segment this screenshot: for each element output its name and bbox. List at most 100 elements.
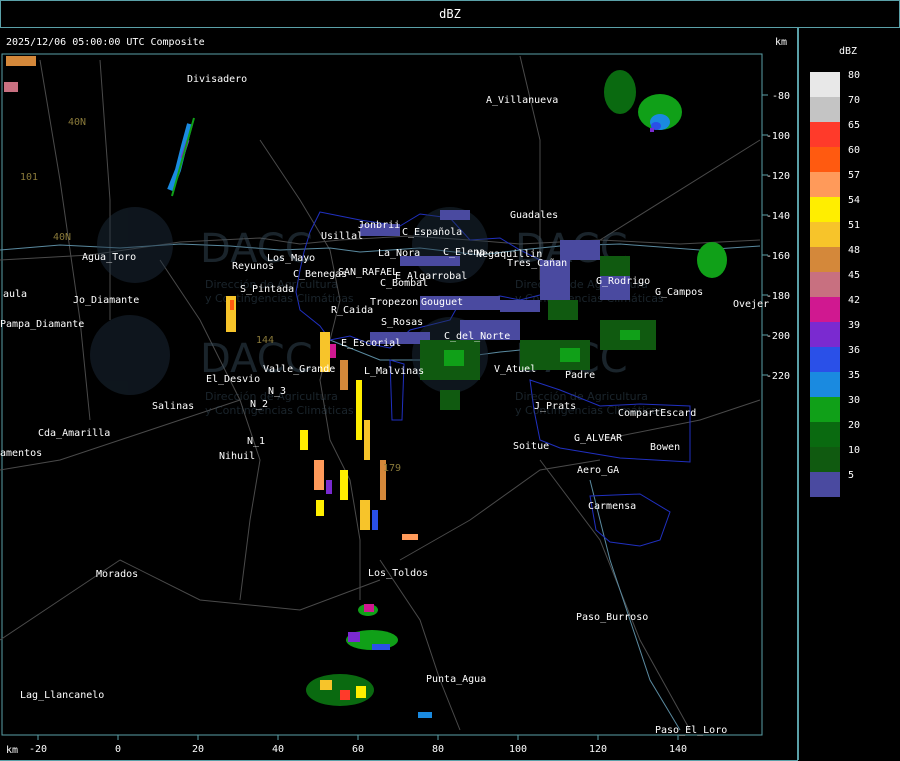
legend-label: 5 — [848, 470, 854, 481]
place-label: 144 — [256, 335, 274, 346]
place-label: Nihuil — [219, 451, 255, 462]
place-label: L_Malvinas — [364, 366, 424, 377]
place-label: CompartEscard — [618, 408, 696, 419]
x-tick-label: 80 — [432, 744, 444, 755]
place-label: C_Bombal — [380, 278, 428, 289]
timestamp-label: 2025/12/06 05:00:00 UTC Composite — [6, 37, 205, 48]
legend-swatch — [810, 422, 840, 447]
place-label: G_Rodrigo — [596, 276, 650, 287]
place-label: Agua_Toro — [82, 252, 136, 263]
legend-label: 36 — [848, 345, 860, 356]
y-tick-label: -200 — [766, 331, 790, 342]
legend-swatch — [810, 372, 840, 397]
place-label: S_Rosas — [381, 317, 423, 328]
y-axis: -80 -100 -120 -140 -160 -180 -200 -220 — [762, 91, 790, 382]
place-label: Jonbrii — [358, 220, 400, 231]
place-label: A_Villanueva — [486, 95, 558, 106]
place-label: Divisadero — [187, 74, 247, 85]
y-tick-label: -180 — [766, 291, 790, 302]
legend-label: 30 — [848, 395, 860, 406]
legend-swatch — [810, 97, 840, 122]
legend-label: 10 — [848, 445, 860, 456]
place-label: 40N — [53, 232, 71, 243]
place-label: Usillal — [321, 231, 363, 242]
legend-label: 70 — [848, 95, 860, 106]
x-axis: -20 0 20 40 60 80 100 120 140 — [29, 735, 687, 755]
legend-swatch — [810, 247, 840, 272]
x-tick-label: -20 — [29, 744, 47, 755]
y-tick-label: -100 — [766, 131, 790, 142]
x-tick-label: 60 — [352, 744, 364, 755]
place-label: Tropezon — [370, 297, 418, 308]
x-tick-label: 0 — [115, 744, 121, 755]
legend-label: 60 — [848, 145, 860, 156]
legend-label: 20 — [848, 420, 860, 431]
x-tick-label: 40 — [272, 744, 284, 755]
place-label: 179 — [383, 463, 401, 474]
place-label: aula — [3, 289, 27, 300]
legend-label: 45 — [848, 270, 860, 281]
x-tick-label: 20 — [192, 744, 204, 755]
legend-label: 54 — [848, 195, 860, 206]
place-label: C_Española — [402, 227, 462, 238]
place-label: G_ALVEAR — [574, 433, 623, 444]
legend-swatch — [810, 472, 840, 497]
legend-label: 48 — [848, 245, 860, 256]
legend-swatch — [810, 447, 840, 472]
place-label: G_Campos — [655, 287, 703, 298]
y-tick-label: -220 — [766, 371, 790, 382]
place-label: Paso_Burroso — [576, 612, 648, 623]
place-label: Los_Toldos — [368, 568, 428, 579]
place-label: V_Atuel — [494, 364, 536, 375]
place-label: Bowen — [650, 442, 680, 453]
place-label: Padre — [565, 370, 595, 381]
x-tick-label: 100 — [509, 744, 527, 755]
legend-swatch — [810, 322, 840, 347]
unit-bottom-label: km — [6, 745, 18, 756]
legend-label: 42 — [848, 295, 860, 306]
legend-swatch — [810, 172, 840, 197]
place-label: J_Prats — [534, 401, 576, 412]
place-label: N_1 — [247, 436, 265, 447]
place-label: Los_Mayo — [267, 253, 315, 264]
legend-label: 65 — [848, 120, 860, 131]
y-tick-label: -160 — [766, 251, 790, 262]
legend-swatch — [810, 222, 840, 247]
place-label: Punta_Agua — [426, 674, 486, 685]
legend-label: 57 — [848, 170, 860, 181]
place-label: El_Desvio — [206, 374, 260, 385]
legend-swatch — [810, 347, 840, 372]
place-label: amentos — [0, 448, 42, 459]
legend-swatch — [810, 122, 840, 147]
place-label: Valle_Grande — [263, 364, 335, 375]
y-tick-label: -120 — [766, 171, 790, 182]
legend-label: 51 — [848, 220, 860, 231]
place-label: Soitue — [513, 441, 549, 452]
place-label: 101 — [20, 172, 38, 183]
svg-text:y Contingencias Climáticas: y Contingencias Climáticas — [205, 404, 354, 417]
legend-swatch — [810, 147, 840, 172]
x-tick-label: 120 — [589, 744, 607, 755]
legend-swatch — [810, 72, 840, 97]
place-label: 40N — [68, 117, 86, 128]
place-label: SAN_RAFAEL — [338, 267, 398, 278]
place-label: Cda_Amarilla — [38, 428, 110, 439]
legend-swatch — [810, 397, 840, 422]
place-label: Carmensa — [588, 501, 636, 512]
x-tick-label: 140 — [669, 744, 687, 755]
place-label: Jo_Diamante — [73, 295, 139, 306]
place-label: Aero_GA — [577, 465, 619, 476]
legend-swatch — [810, 297, 840, 322]
place-label: S_Pintada — [240, 284, 294, 295]
place-label: N_3 — [268, 386, 286, 397]
place-label: C_del_Norte — [444, 331, 510, 342]
legend-label: 39 — [848, 320, 860, 331]
place-label: Pampa_Diamante — [0, 319, 84, 330]
place-label: E_Escorial — [341, 338, 401, 349]
radar-map[interactable]: DACC DACC DACC DACC Dirección de Agricul… — [0, 0, 900, 761]
legend-swatch — [810, 272, 840, 297]
place-label: Morados — [96, 569, 138, 580]
place-label: Guadales — [510, 210, 558, 221]
legend: dBZ 80 70 65 60 57 54 51 48 45 42 39 36 35 30 20 10 5 — [810, 46, 860, 497]
place-label: La_Nora — [378, 248, 420, 259]
